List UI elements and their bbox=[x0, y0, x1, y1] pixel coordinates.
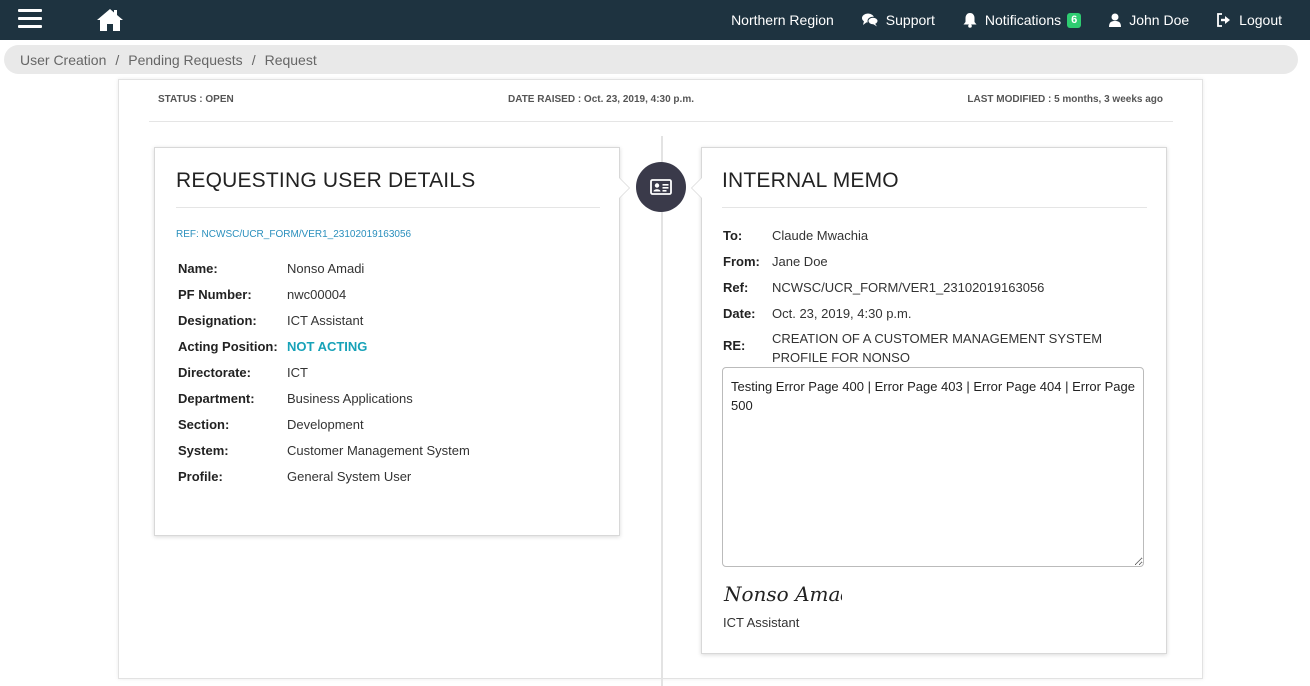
detail-value: nwc00004 bbox=[287, 287, 347, 302]
user-details-title: REQUESTING USER DETAILS bbox=[176, 169, 476, 192]
signature-text: Nonso Amadi bbox=[723, 582, 842, 606]
breadcrumb-separator: / bbox=[115, 51, 120, 68]
detail-label: Acting Position: bbox=[178, 339, 278, 354]
internal-memo-card: INTERNAL MEMO To: Claude Mwachia From: J… bbox=[691, 147, 1167, 654]
memo-date-label: Date: bbox=[723, 306, 756, 321]
region-selector[interactable]: Northern Region bbox=[731, 12, 834, 28]
memo-re-value: CREATION OF A CUSTOMER MANAGEMENT SYSTEM… bbox=[772, 331, 1103, 365]
home-icon[interactable] bbox=[96, 7, 124, 33]
title-divider bbox=[722, 207, 1147, 208]
notifications-label: Notifications bbox=[984, 12, 1062, 28]
memo-from-label: From: bbox=[723, 254, 760, 269]
detail-label: PF Number: bbox=[178, 287, 252, 302]
detail-label: Name: bbox=[178, 261, 218, 276]
memo-date-value: Oct. 23, 2019, 4:30 p.m. bbox=[772, 306, 912, 321]
breadcrumb-user-creation[interactable]: User Creation bbox=[20, 52, 106, 68]
detail-value: Development bbox=[287, 417, 364, 432]
user-icon bbox=[1109, 13, 1122, 27]
detail-value: Nonso Amadi bbox=[287, 261, 365, 276]
id-card-icon bbox=[636, 162, 686, 212]
memo-from-value: Jane Doe bbox=[772, 254, 828, 269]
requesting-user-card: REQUESTING USER DETAILS REF: NCWSC/UCR_F… bbox=[154, 147, 630, 536]
detail-label: Department: bbox=[178, 391, 255, 406]
logout-label: Logout bbox=[1239, 12, 1282, 28]
region-label: Northern Region bbox=[731, 12, 834, 28]
detail-value: Business Applications bbox=[287, 391, 413, 406]
memo-to-value: Claude Mwachia bbox=[772, 228, 869, 243]
breadcrumb-pending-requests[interactable]: Pending Requests bbox=[128, 52, 242, 68]
status-text: STATUS : OPEN bbox=[158, 94, 234, 105]
signer-title: ICT Assistant bbox=[723, 615, 800, 630]
status-bar: STATUS : OPEN DATE RAISED : Oct. 23, 201… bbox=[149, 80, 1173, 122]
top-navbar: Northern Region Support Notifications 6 bbox=[0, 0, 1310, 40]
detail-label: Section: bbox=[178, 417, 230, 432]
memo-re-label: RE: bbox=[723, 338, 746, 353]
memo-ref-value: NCWSC/UCR_FORM/VER1_23102019163056 bbox=[772, 280, 1045, 295]
detail-label: Profile: bbox=[178, 469, 223, 484]
detail-label: System: bbox=[178, 443, 229, 458]
request-panel: STATUS : OPEN DATE RAISED : Oct. 23, 201… bbox=[118, 79, 1203, 686]
logout-link[interactable]: Logout bbox=[1217, 12, 1282, 28]
detail-value: ICT bbox=[287, 365, 308, 380]
bell-icon bbox=[963, 13, 977, 28]
title-divider bbox=[176, 207, 600, 208]
detail-value: ICT Assistant bbox=[287, 313, 364, 328]
memo-title: INTERNAL MEMO bbox=[722, 169, 899, 192]
detail-label: Directorate: bbox=[178, 365, 251, 380]
memo-ref-label: Ref: bbox=[723, 280, 749, 295]
detail-value: General System User bbox=[287, 469, 412, 484]
user-name: John Doe bbox=[1129, 12, 1190, 28]
detail-label: Designation: bbox=[178, 313, 257, 328]
memo-to-label: To: bbox=[723, 228, 743, 243]
request-ref-link[interactable]: REF: NCWSC/UCR_FORM/VER1_23102019163056 bbox=[176, 229, 411, 240]
breadcrumb-request: Request bbox=[264, 51, 317, 68]
breadcrumb-separator: / bbox=[251, 51, 256, 68]
date-raised-text: DATE RAISED : Oct. 23, 2019, 4:30 p.m. bbox=[508, 94, 694, 105]
breadcrumb: User Creation / Pending Requests / Reque… bbox=[4, 45, 1298, 74]
signature-image: Nonso Amadi bbox=[722, 578, 860, 615]
notifications-link[interactable]: Notifications 6 bbox=[963, 12, 1082, 28]
user-menu[interactable]: John Doe bbox=[1109, 12, 1189, 28]
detail-value: Customer Management System bbox=[287, 443, 470, 458]
timeline-divider bbox=[661, 136, 663, 686]
support-link[interactable]: Support bbox=[861, 12, 935, 28]
hamburger-menu-icon[interactable] bbox=[18, 9, 42, 31]
last-modified-text: LAST MODIFIED : 5 months, 3 weeks ago bbox=[967, 94, 1163, 105]
comments-icon bbox=[861, 13, 878, 27]
acting-status-value: NOT ACTING bbox=[287, 339, 368, 354]
notifications-count-badge: 6 bbox=[1067, 12, 1082, 28]
memo-body-textarea[interactable]: Testing Error Page 400 | Error Page 403 … bbox=[722, 367, 1144, 567]
support-label: Support bbox=[885, 12, 935, 28]
sign-out-icon bbox=[1217, 13, 1231, 27]
